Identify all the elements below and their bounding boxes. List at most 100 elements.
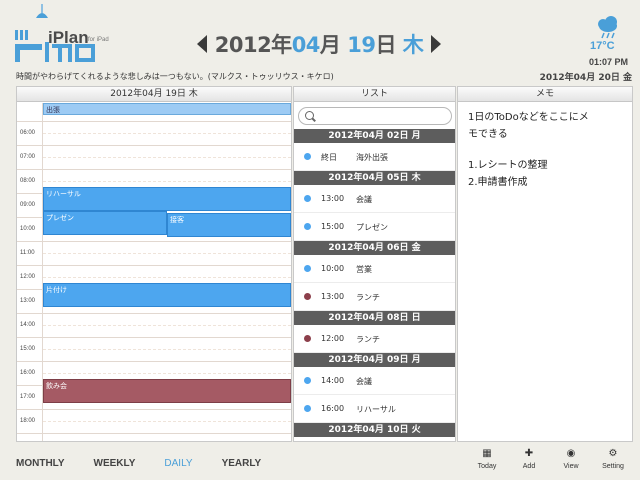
- memo-header: メモ: [458, 87, 632, 102]
- day-view-panel: 2012年04月 19日 木 06:00 07:00 08:00 09:00 10:00…: [16, 86, 292, 442]
- event-dot-icon: [304, 293, 311, 300]
- list-item[interactable]: 16:00 リハーサル: [294, 395, 455, 423]
- toolbar-label: View: [563, 463, 579, 470]
- list-item[interactable]: 10:00営業: [294, 255, 455, 283]
- event-dot-icon: [304, 377, 311, 384]
- list-date-header: 2012年04月 06日 金: [294, 241, 455, 255]
- calendar-event[interactable]: 出張: [43, 103, 291, 115]
- hour-label: 06:00: [20, 129, 36, 136]
- list-date-header: 2012年04月 10日 火: [294, 423, 455, 437]
- list-date-header: 2012年04月 09日 月: [294, 353, 455, 367]
- toolbar-label: Add: [522, 463, 536, 470]
- memo-line: 2.申請書作成: [468, 177, 528, 188]
- calendar-event[interactable]: 飲み会: [43, 379, 291, 403]
- toolbar-label: Today: [477, 463, 497, 470]
- hour-label: 16:00: [20, 369, 36, 376]
- hour-label: 17:00: [20, 393, 36, 400]
- tab-yearly[interactable]: YEARLY: [222, 458, 262, 469]
- list-item[interactable]: 10:00営業: [294, 437, 455, 441]
- calendar-event[interactable]: リハーサル: [43, 187, 291, 211]
- calendar-icon: ▦: [482, 448, 492, 459]
- memo-line: 1.レシートの整理: [468, 160, 548, 171]
- hour-label: 10:00: [20, 225, 36, 232]
- event-dot-icon: [304, 195, 311, 202]
- list-item[interactable]: 終日 海外出張: [294, 143, 455, 171]
- event-dot-icon: [304, 405, 311, 412]
- list-item-title: リハーサル: [356, 405, 396, 414]
- date-navigator: 2012年04月 19日 木: [196, 30, 442, 58]
- plus-icon: ✚: [524, 448, 534, 459]
- list-item-time: 14:00: [321, 376, 345, 385]
- current-date-title: 2012年04月 19日 木: [214, 33, 424, 57]
- memo-line: 1日のToDoなどをここにメ: [468, 112, 589, 123]
- list-item[interactable]: 15:00 プレゼン: [294, 213, 455, 241]
- list-item-title: 会議: [356, 377, 372, 386]
- hour-label: 19:00: [20, 442, 35, 443]
- list-item-time: 13:00: [321, 194, 345, 203]
- hour-row[interactable]: 18:00: [17, 408, 291, 433]
- search-box[interactable]: [298, 107, 452, 125]
- hour-row[interactable]: 19:00: [17, 432, 291, 443]
- day-timeline[interactable]: 06:00 07:00 08:00 09:00 10:00 11:00 12:00 13:00…: [17, 103, 291, 443]
- add-button[interactable]: ✚ Add: [508, 448, 550, 470]
- hour-label: 13:00: [20, 297, 36, 304]
- app-subtitle: for iPad: [88, 37, 109, 43]
- event-dot-icon: [304, 335, 311, 342]
- today-button[interactable]: ▦ Today: [466, 448, 508, 470]
- view-mode-tabs: MONTHLY WEEKLY DAILY YEARLY: [16, 458, 290, 469]
- event-dot-icon: [304, 265, 311, 272]
- calendar-event[interactable]: 接客: [167, 213, 291, 238]
- view-button[interactable]: ◉ View: [550, 448, 592, 470]
- temperature: 17°C: [590, 40, 615, 52]
- hour-row[interactable]: 14:00: [17, 312, 291, 337]
- list-header: リスト: [294, 87, 455, 102]
- list-item-time: 15:00: [321, 222, 345, 231]
- toolbar-label: Setting: [602, 463, 624, 470]
- hour-row[interactable]: 11:00: [17, 240, 291, 265]
- previous-day-icon[interactable]: [196, 35, 207, 53]
- search-input[interactable]: [317, 110, 447, 122]
- memo-line: [468, 143, 626, 157]
- day-view-header: 2012年04月 19日 木: [17, 87, 291, 102]
- setting-button[interactable]: ⚙ Setting: [592, 448, 634, 470]
- hour-label: 08:00: [20, 177, 36, 184]
- gear-icon: ⚙: [608, 448, 618, 459]
- list-date-header: 2012年04月 08日 日: [294, 311, 455, 325]
- event-list: 2012年04月 02日 月終日 海外出張 2012年04月 05日 木 13:00 会…: [294, 129, 455, 441]
- memo-line: モできる: [468, 129, 508, 140]
- list-item-time: 10:00: [321, 264, 345, 273]
- list-item-title: プレゼン: [356, 223, 388, 232]
- list-item[interactable]: 13:00 会議: [294, 185, 455, 213]
- tab-daily[interactable]: DAILY: [164, 458, 192, 469]
- list-item-time: 12:00: [321, 334, 345, 343]
- tab-weekly[interactable]: WEEKLY: [94, 458, 136, 469]
- list-date-header: 2012年04月 02日 月: [294, 129, 455, 143]
- memo-panel: メモ 1日のToDoなどをここにメ モできる 1.レシートの整理 2.申請書作成: [457, 86, 633, 442]
- next-day-icon[interactable]: [431, 35, 442, 53]
- event-dot-icon: [304, 223, 311, 230]
- tab-monthly[interactable]: MONTHLY: [16, 458, 65, 469]
- list-item-title: 会議: [356, 195, 372, 204]
- rain-cloud-icon: [598, 16, 617, 39]
- list-item[interactable]: 14:00 会議: [294, 367, 455, 395]
- today-date: 2012年04月 20日 金: [539, 73, 632, 83]
- hour-label: 07:00: [20, 153, 36, 160]
- calendar-event[interactable]: プレゼン: [43, 211, 167, 235]
- list-item-time: 終日: [321, 153, 337, 162]
- hour-label: 14:00: [20, 321, 36, 328]
- hour-label: 11:00: [20, 249, 35, 256]
- hour-row[interactable]: 06:00: [17, 120, 291, 145]
- hour-row[interactable]: 15:00: [17, 336, 291, 361]
- list-panel: リスト 2012年04月 02日 月終日 海外出張 2012年04月 05日 木 13…: [293, 86, 456, 442]
- list-item[interactable]: 12:00 ランチ: [294, 325, 455, 353]
- list-item[interactable]: 13:00 ランチ: [294, 283, 455, 311]
- hour-row[interactable]: 07:00: [17, 144, 291, 169]
- app-logo: iPlan for iPad: [12, 4, 142, 66]
- hour-label: 12:00: [20, 273, 36, 280]
- list-item-time: 16:00: [321, 404, 345, 413]
- list-item-title: 海外出張: [356, 153, 388, 162]
- calendar-event[interactable]: 片付け: [43, 283, 291, 307]
- eye-icon: ◉: [566, 448, 576, 459]
- list-date-header: 2012年04月 05日 木: [294, 171, 455, 185]
- memo-text-area[interactable]: 1日のToDoなどをここにメ モできる 1.レシートの整理 2.申請書作成: [468, 109, 626, 191]
